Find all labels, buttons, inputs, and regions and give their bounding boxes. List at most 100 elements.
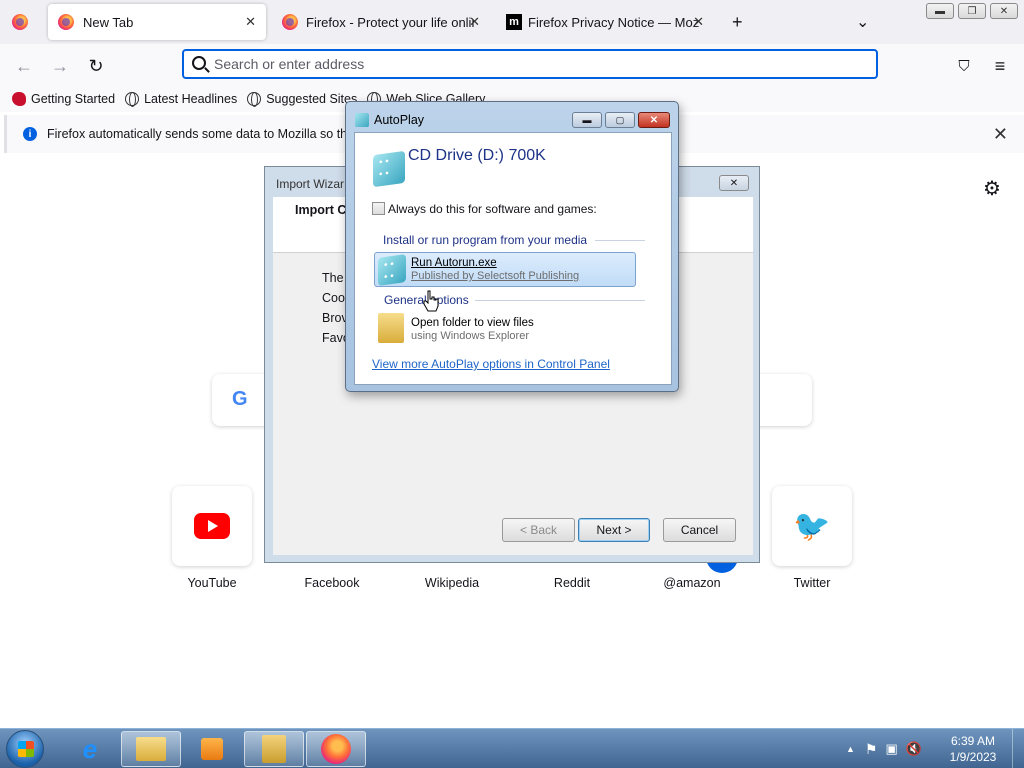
- address-bar[interactable]: Search or enter address: [182, 49, 878, 79]
- search-icon: [192, 56, 206, 70]
- clock-time: 6:39 AM: [950, 734, 996, 748]
- pocket-icon: ⛉: [958, 57, 970, 75]
- always-checkbox[interactable]: [372, 202, 385, 215]
- wizard-title: Import Wizar: [276, 177, 345, 191]
- firefox-view-button[interactable]: [12, 0, 32, 44]
- red-hat-icon: [12, 92, 26, 106]
- autoplay-window: AutoPlay ▬ ▢ ✕ CD Drive (D:) 700K Always…: [345, 101, 679, 392]
- option-run-autorun[interactable]: Run Autorun.exe Published by Selectsoft …: [374, 252, 636, 287]
- close-window-button[interactable]: ✕: [990, 3, 1018, 19]
- new-tab-button[interactable]: +: [732, 0, 748, 44]
- navigation-toolbar: ← → ↻ Search or enter address ⛉ ≡: [0, 44, 1024, 86]
- tab-label: Firefox - Protect your life online: [306, 14, 474, 30]
- shortcut-twitter[interactable]: 🐦: [772, 486, 852, 566]
- bookmark-latest-headlines[interactable]: Latest Headlines: [125, 92, 237, 107]
- folder-icon: [378, 313, 404, 343]
- gear-icon[interactable]: ⚙: [983, 176, 1001, 201]
- taskbar-explorer[interactable]: [121, 731, 181, 767]
- archive-folder-icon: [262, 735, 286, 763]
- divider: [595, 240, 645, 241]
- close-tab-icon[interactable]: ✕: [693, 14, 704, 30]
- arrow-right-icon: →: [51, 55, 69, 76]
- option-subtitle: Published by Selectsoft Publishing: [411, 270, 580, 282]
- forward-button[interactable]: →: [48, 54, 72, 78]
- wizard-header-title: Import C: [295, 203, 347, 217]
- maximize-icon: ▢: [615, 114, 625, 125]
- option-title: Open folder to view files: [411, 317, 534, 329]
- start-button[interactable]: [6, 730, 44, 768]
- section-install-run: Install or run program from your media: [383, 233, 588, 247]
- firefox-icon: [58, 14, 74, 30]
- firefox-icon: [282, 14, 298, 30]
- restore-icon: ❐: [967, 5, 977, 17]
- restore-button[interactable]: ❐: [958, 3, 986, 19]
- bookmark-getting-started[interactable]: Getting Started: [12, 92, 115, 106]
- twitter-icon: 🐦: [793, 509, 831, 543]
- arrow-left-icon: ←: [15, 55, 33, 76]
- maximize-button[interactable]: ▢: [605, 112, 635, 128]
- mozilla-icon: m: [506, 14, 522, 30]
- google-icon: G: [232, 388, 248, 410]
- volume-muted-icon[interactable]: 🔇: [906, 741, 922, 757]
- tab-label: Firefox Privacy Notice — Mozilla: [528, 14, 700, 30]
- action-center-flag-icon[interactable]: ⚑: [865, 741, 878, 758]
- close-icon: ✕: [999, 5, 1009, 17]
- bookmark-label: Suggested Sites: [266, 92, 358, 106]
- device-name: CD Drive (D:) 700K: [408, 147, 546, 164]
- option-title: Run Autorun.exe: [411, 257, 497, 269]
- app-menu-button[interactable]: ≡: [988, 54, 1012, 78]
- minimize-icon: ▬: [582, 115, 592, 125]
- shortcut-label: Wikipedia: [424, 576, 480, 590]
- taskbar-firefox[interactable]: [306, 731, 366, 767]
- taskbar-internet-explorer[interactable]: e: [60, 731, 120, 767]
- windows-logo-icon: [18, 741, 34, 757]
- plus-icon: +: [732, 11, 743, 32]
- network-icon[interactable]: ▣: [885, 741, 897, 757]
- notification-text: Firefox automatically sends some data to…: [47, 127, 378, 141]
- shortcut-label: Twitter: [793, 576, 831, 590]
- globe-icon: [125, 92, 140, 107]
- control-panel-link[interactable]: View more AutoPlay options in Control Pa…: [372, 357, 610, 371]
- minimize-button[interactable]: ▬: [572, 112, 602, 128]
- wizard-close-button[interactable]: ✕: [719, 175, 749, 191]
- reload-icon: ↻: [88, 55, 104, 76]
- show-hidden-icons-icon[interactable]: ▲: [846, 744, 855, 754]
- minimize-button[interactable]: ▬: [926, 3, 954, 19]
- close-notification-icon[interactable]: ✕: [993, 124, 1008, 145]
- tab-firefox-protect[interactable]: Firefox - Protect your life online ✕: [270, 0, 490, 44]
- close-window-button[interactable]: ✕: [638, 112, 670, 128]
- back-button[interactable]: ←: [12, 54, 36, 78]
- bookmark-suggested-sites[interactable]: Suggested Sites: [247, 92, 358, 107]
- hand-cursor-icon: [423, 290, 439, 312]
- close-tab-icon[interactable]: ✕: [245, 14, 256, 30]
- divider: [475, 300, 645, 301]
- hamburger-menu-icon: ≡: [994, 55, 1006, 76]
- bookmark-label: Getting Started: [31, 92, 116, 106]
- firefox-icon: [12, 14, 28, 30]
- option-subtitle: using Windows Explorer: [411, 330, 529, 342]
- youtube-icon: [194, 513, 230, 539]
- info-icon: i: [23, 127, 37, 141]
- clock-date: 1/9/2023: [949, 750, 997, 764]
- autoplay-icon: [355, 113, 369, 127]
- tab-privacy-notice[interactable]: m Firefox Privacy Notice — Mozilla ✕: [494, 0, 714, 44]
- tab-new-tab[interactable]: New Tab ✕: [48, 4, 266, 40]
- shortcut-label: Reddit: [553, 576, 591, 590]
- clock[interactable]: 6:39 AM 1/9/2023: [940, 733, 1006, 765]
- reload-button[interactable]: ↻: [84, 54, 108, 78]
- list-all-tabs-button[interactable]: ⌄: [856, 0, 872, 44]
- shortcut-label: @amazon: [663, 576, 721, 590]
- taskbar-import-wizard[interactable]: [244, 731, 304, 767]
- taskbar-media-player[interactable]: [182, 731, 242, 767]
- cancel-button[interactable]: Cancel: [663, 518, 736, 542]
- close-tab-icon[interactable]: ✕: [469, 14, 480, 30]
- autoplay-title: AutoPlay: [374, 113, 425, 127]
- always-checkbox-label: Always do this for software and games:: [388, 202, 597, 216]
- next-button[interactable]: Next >: [578, 518, 650, 542]
- shortcut-youtube[interactable]: [172, 486, 252, 566]
- option-open-folder[interactable]: Open folder to view files using Windows …: [374, 311, 636, 346]
- pocket-button[interactable]: ⛉: [952, 54, 976, 78]
- show-desktop-button[interactable]: [1012, 729, 1024, 768]
- back-button[interactable]: < Back: [502, 518, 575, 542]
- media-player-icon: [201, 738, 223, 760]
